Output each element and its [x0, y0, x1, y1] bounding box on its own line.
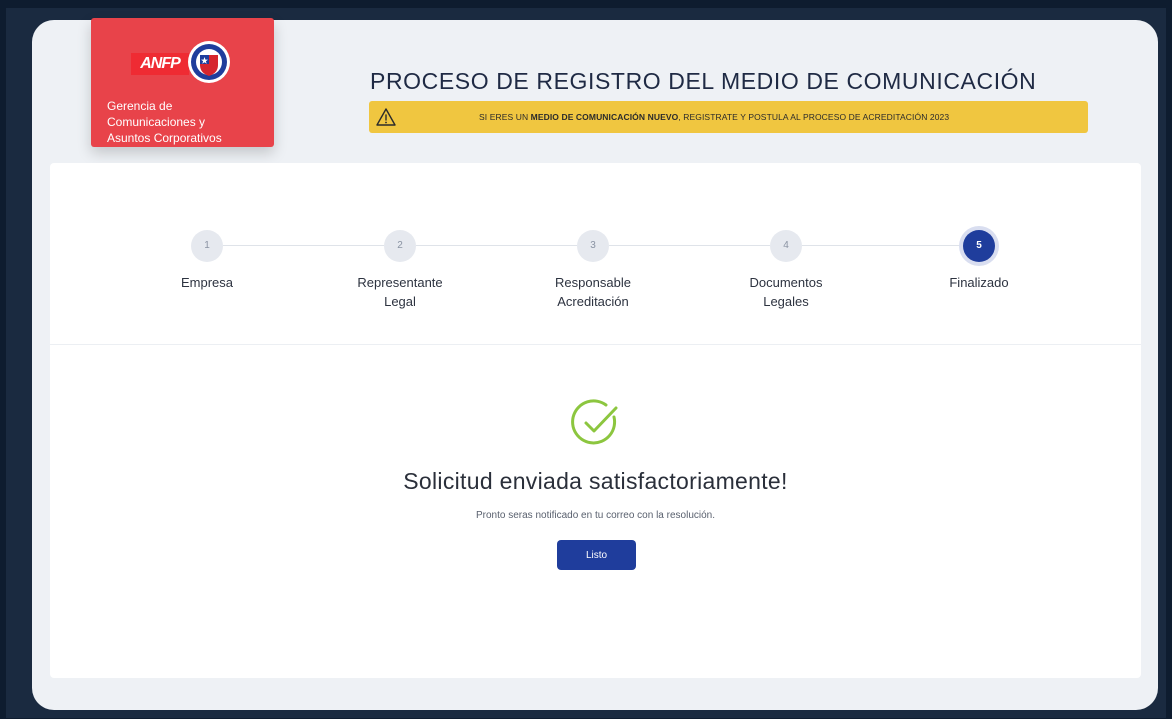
org-name: Gerencia de Comunicaciones y Asuntos Cor… — [107, 98, 267, 146]
step-connector — [416, 245, 577, 246]
alert-text-bold: MEDIO DE COMUNICACIÓN NUEVO — [530, 112, 679, 122]
step-connector — [223, 245, 384, 246]
step-2-indicator: 2 — [384, 230, 416, 262]
anfp-logo: ANFP — [131, 53, 189, 75]
org-name-line: Gerencia de — [107, 99, 173, 113]
success-subtitle: Pronto seras notificado en tu correo con… — [475, 510, 716, 521]
step-5-indicator-active: 5 — [963, 230, 995, 262]
step-connector — [609, 245, 770, 246]
chile-federation-crest-icon — [188, 41, 230, 83]
brand-card: ANFP Gerencia de Comunicaciones y Asunto… — [91, 18, 274, 147]
warning-icon — [376, 108, 396, 126]
divider — [50, 344, 1141, 345]
step-label-line: Legales — [763, 294, 809, 309]
step-connector — [802, 245, 963, 246]
step-3-indicator: 3 — [577, 230, 609, 262]
org-name-line: Asuntos Corporativos — [107, 131, 222, 145]
step-label-line: Finalizado — [949, 275, 1009, 290]
step-label-line: Documentos — [749, 275, 823, 290]
step-4-label: Documentos Legales — [716, 273, 856, 311]
step-label-line: Acreditación — [557, 294, 629, 309]
step-1-label: Empresa — [137, 273, 277, 292]
new-media-alert: SI ERES UN MEDIO DE COMUNICACIÓN NUEVO, … — [369, 101, 1088, 133]
step-4-indicator: 4 — [770, 230, 802, 262]
alert-text: SI ERES UN MEDIO DE COMUNICACIÓN NUEVO, … — [479, 101, 949, 133]
registration-card: 1 Empresa 2 Representante Legal 3 Respon… — [50, 163, 1141, 678]
alert-text-prefix: SI ERES UN — [479, 112, 531, 122]
page-title: PROCESO DE REGISTRO DEL MEDIO DE COMUNIC… — [370, 68, 1037, 94]
org-name-line: Comunicaciones y — [107, 115, 206, 129]
step-5-label: Finalizado — [909, 273, 1049, 292]
step-1-indicator: 1 — [191, 230, 223, 262]
step-label-line: Empresa — [180, 275, 234, 290]
check-circle-icon — [571, 399, 618, 445]
step-3-label: Responsable Acreditación — [523, 273, 663, 311]
step-label-line: Legal — [384, 294, 416, 309]
alert-text-suffix: , REGISTRATE Y POSTULA AL PROCESO DE ACR… — [678, 112, 950, 122]
success-title: Solicitud enviada satisfactoriamente! — [403, 468, 788, 494]
done-button[interactable]: Listo — [557, 540, 636, 570]
step-label-line: Responsable — [555, 275, 631, 290]
step-2-label: Representante Legal — [330, 273, 470, 311]
step-label-line: Representante — [357, 275, 443, 290]
